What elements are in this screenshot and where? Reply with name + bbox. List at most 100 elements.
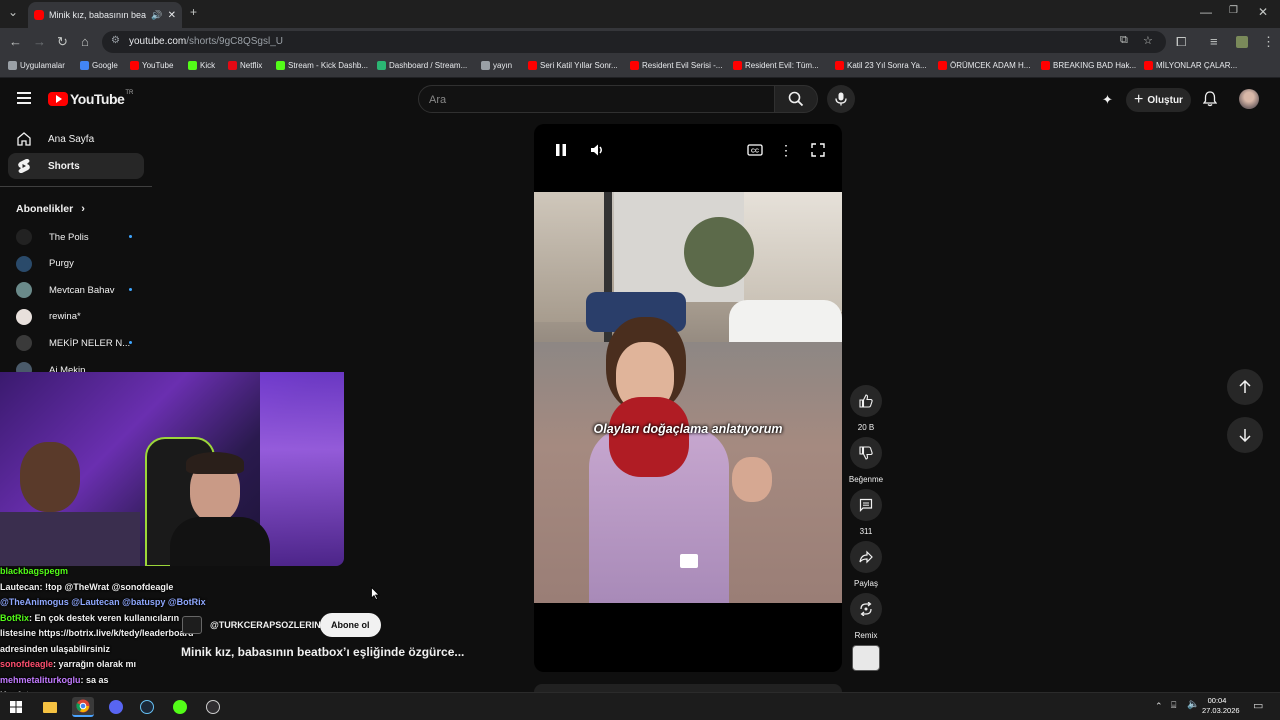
sound-thumbnail[interactable] — [852, 645, 880, 671]
bookmark-favicon-icon — [1041, 61, 1050, 70]
extensions-icon[interactable]: ⧠ — [1176, 34, 1186, 50]
share-action[interactable]: Paylaş — [850, 541, 882, 588]
thumbs-down-icon[interactable] — [850, 437, 882, 469]
home-icon[interactable]: ⌂ — [81, 34, 89, 49]
steam-icon[interactable] — [137, 697, 157, 717]
subscription-item[interactable]: The Polis — [16, 229, 89, 245]
bookmark-item[interactable]: Stream - Kick Dashb... — [276, 61, 368, 70]
tab-close-icon[interactable]: ✕ — [168, 10, 176, 21]
address-bar[interactable]: ⚙ youtube.com/shorts/9gC8QSgsl_U ⧉ ☆ — [102, 31, 1166, 53]
bookmark-item[interactable]: Kick — [188, 61, 215, 70]
more-options-icon[interactable]: ⋮ — [778, 142, 794, 158]
profile-extension-icon[interactable] — [1236, 36, 1248, 48]
bookmark-item[interactable]: MİLYONLAR ÇALAR... — [1144, 61, 1237, 70]
back-icon[interactable]: ← — [9, 34, 22, 49]
channel-name[interactable]: @TURKCERAPSOZLERIN — [210, 620, 321, 630]
sidebar-item-home[interactable]: Ana Sayfa — [8, 126, 144, 152]
chrome-menu-icon[interactable]: ⋮ — [1262, 34, 1275, 50]
restore-button[interactable]: ❐ — [1229, 5, 1238, 16]
subscriptions-header[interactable]: Abonelikler › — [16, 203, 85, 215]
network-icon[interactable]: ⌸ — [1171, 700, 1176, 711]
dislike-action[interactable]: Beğenme — [849, 437, 883, 484]
previous-short-button[interactable] — [1227, 369, 1263, 405]
subscription-item[interactable]: rewina* — [16, 308, 81, 325]
chrome-taskbar-icon[interactable] — [72, 697, 94, 717]
media-control-icon[interactable]: ≡ — [1210, 34, 1218, 49]
bookmark-item[interactable]: Katil 23 Yıl Sonra Ya... — [835, 61, 927, 70]
speaker-icon[interactable]: 🔈 — [1187, 699, 1199, 710]
kick-icon[interactable] — [170, 697, 190, 717]
channel-avatar[interactable] — [182, 616, 202, 634]
subscription-item[interactable]: MEKİP NELER N... — [16, 335, 130, 352]
chat-message: Lautecan: !top @TheWrat @sonofdeagle — [0, 580, 240, 596]
remix-icon[interactable] — [850, 593, 882, 625]
browser-tab-active[interactable]: Minik kız, babasının beatbo 🔊 ✕ — [28, 2, 182, 28]
comments-action[interactable]: 311 — [850, 489, 882, 536]
clock[interactable]: 00:04 27.03.2026 — [1202, 696, 1240, 716]
reload-icon[interactable]: ↻ — [57, 34, 68, 50]
pause-icon[interactable] — [553, 142, 569, 158]
search-button[interactable] — [774, 85, 818, 113]
bookmark-item[interactable]: Uygulamalar — [8, 61, 65, 70]
bookmark-item[interactable]: Dashboard / Stream... — [377, 61, 467, 70]
bookmark-item[interactable]: Google — [80, 61, 118, 70]
shorts-icon — [16, 158, 32, 174]
volume-icon[interactable] — [589, 142, 605, 158]
share-icon[interactable] — [850, 541, 882, 573]
audio-playing-icon[interactable]: 🔊 — [151, 10, 162, 21]
tray-chevron-icon[interactable]: ⌃ — [1155, 701, 1163, 712]
file-explorer-icon[interactable] — [40, 697, 60, 717]
bookmark-star-icon[interactable]: ☆ — [1143, 34, 1153, 47]
channel-avatar — [16, 335, 32, 352]
youtube-logo[interactable]: YouTube TR — [48, 90, 133, 107]
bookmark-label: MİLYONLAR ÇALAR... — [1156, 61, 1238, 70]
create-button[interactable]: + Oluştur — [1126, 88, 1191, 112]
voice-search-button[interactable] — [827, 85, 855, 113]
subscription-item[interactable]: Mevtcan Bahav — [16, 282, 114, 299]
tab-search-icon[interactable]: ⌄ — [8, 5, 18, 19]
bookmark-item[interactable]: Netflix — [228, 61, 262, 70]
bookmark-item[interactable]: YouTube — [130, 61, 173, 70]
shorts-player[interactable]: CC ⋮ Olayları doğaçlama anlatıyorum — [534, 124, 842, 672]
hamburger-menu-icon[interactable] — [17, 92, 31, 104]
bookmark-item[interactable]: Resident Evil: Tüm... — [733, 61, 819, 70]
remix-action[interactable]: Remix — [850, 593, 882, 640]
window-close-button[interactable]: ✕ — [1258, 5, 1268, 19]
subscription-item[interactable]: Purgy — [16, 255, 74, 272]
tab-title: Minik kız, babasının beatbo — [49, 10, 147, 20]
chat-username: Lautecan — [0, 581, 40, 592]
bookmark-item[interactable]: Seri Katil Yıllar Sonr... — [528, 61, 618, 70]
captions-icon[interactable]: CC — [746, 142, 764, 158]
next-short-preview[interactable] — [534, 684, 842, 692]
short-title[interactable]: Minik kız, babasının beatbox’ı eşliğinde… — [181, 645, 464, 659]
discord-icon[interactable] — [106, 697, 126, 717]
sidebar-item-shorts[interactable]: Shorts — [8, 153, 144, 179]
notifications-bell-icon[interactable] — [1202, 91, 1218, 112]
channel-avatar — [16, 229, 32, 245]
bookmark-item[interactable]: Resident Evil Serisi -... — [630, 61, 722, 70]
minimize-button[interactable]: — — [1200, 5, 1212, 19]
plus-icon: + — [1134, 91, 1144, 108]
notification-center-icon[interactable]: ▭ — [1253, 699, 1263, 712]
remix-label: Remix — [854, 631, 878, 640]
user-avatar[interactable] — [1239, 89, 1259, 109]
sparkle-create-icon[interactable]: ✦ — [1102, 92, 1113, 108]
windows-taskbar: ⌃ ⌸ 🔈 00:04 27.03.2026 ▭ — [0, 692, 1280, 720]
next-short-button[interactable] — [1227, 417, 1263, 453]
bookmark-item[interactable]: yayın — [481, 61, 512, 70]
thumbs-up-icon[interactable] — [850, 385, 882, 417]
install-app-icon[interactable]: ⧉ — [1120, 34, 1128, 47]
comment-icon[interactable] — [850, 489, 882, 521]
search-input[interactable] — [419, 86, 774, 114]
subscribe-button[interactable]: Abone ol — [320, 613, 381, 637]
like-action[interactable]: 20 B — [850, 385, 882, 432]
bookmark-item[interactable]: BREAKING BAD Hak... — [1041, 61, 1136, 70]
obs-icon[interactable] — [203, 697, 223, 717]
windows-start-icon[interactable] — [6, 697, 26, 717]
fullscreen-icon[interactable] — [810, 142, 826, 158]
video-frame[interactable]: Olayları doğaçlama anlatıyorum — [534, 192, 842, 603]
site-info-icon[interactable]: ⚙ — [111, 35, 120, 46]
new-tab-button[interactable]: + — [190, 5, 197, 19]
bookmark-item[interactable]: ÖRÜMCEK ADAM H... — [938, 61, 1030, 70]
forward-icon[interactable]: → — [33, 34, 46, 49]
